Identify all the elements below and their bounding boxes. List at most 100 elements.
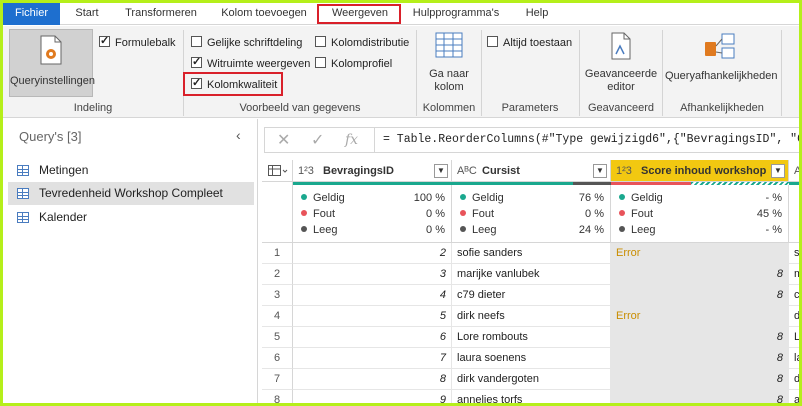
column-quality-stats: Geldig - % Fout 45 % Leeg - %: [611, 185, 789, 243]
advanced-editor-label-1: Geavanceerde: [584, 68, 658, 80]
row-number[interactable]: 1: [262, 243, 293, 264]
table-cell[interactable]: m: [789, 264, 799, 285]
table-cell[interactable]: 6: [293, 327, 452, 348]
table-cell[interactable]: laura soenens: [452, 348, 611, 369]
checkbox-box[interactable]: [315, 36, 326, 47]
row-number[interactable]: 3: [262, 285, 293, 306]
table-cell[interactable]: 3: [293, 264, 452, 285]
checkbox-box[interactable]: [191, 54, 202, 70]
go-to-column-button[interactable]: Ga naar kolom: [421, 32, 477, 98]
row-number[interactable]: 7: [262, 369, 293, 390]
table-cell[interactable]: 5: [293, 306, 452, 327]
table-cell[interactable]: 2: [293, 243, 452, 264]
tab-help[interactable]: Help: [515, 3, 559, 25]
table-cell[interactable]: dirk neefs: [452, 306, 611, 327]
table-cell[interactable]: Error: [611, 306, 789, 327]
table-cell[interactable]: 9: [293, 390, 452, 403]
column-quality-stats: [789, 185, 799, 243]
column-quality-stats: Geldig 100 % Fout 0 % Leeg 0 %: [293, 185, 452, 243]
tab-transformeren[interactable]: Transformeren: [115, 3, 207, 25]
go-to-column-label-2: kolom: [434, 81, 464, 93]
stat-value: - %: [765, 224, 783, 236]
group-label-kolommen: Kolommen: [422, 102, 476, 114]
row-number[interactable]: 4: [262, 306, 293, 327]
stat-value: 24 %: [578, 224, 604, 236]
table-cell[interactable]: di: [789, 369, 799, 390]
query-settings-button[interactable]: Queryinstellingen: [9, 29, 95, 97]
table-cell[interactable]: marijke vanlubek: [452, 264, 611, 285]
checkbox-kolomprofiel[interactable]: Kolomprofiel: [315, 56, 392, 72]
row-number[interactable]: 2: [262, 264, 293, 285]
table-cell[interactable]: 7: [293, 348, 452, 369]
stat-label: Fout: [631, 208, 654, 220]
stat-error: Fout 0 %: [460, 206, 604, 222]
table-cell[interactable]: 8: [611, 264, 789, 285]
advanced-editor-button[interactable]: Geavanceerde editor: [583, 32, 659, 98]
table-cell[interactable]: d: [789, 306, 799, 327]
confirm-icon[interactable]: ✓: [311, 130, 324, 150]
tab-fichier[interactable]: Fichier: [3, 3, 60, 25]
tab-kolom-toevoegen[interactable]: Kolom toevoegen: [211, 3, 317, 25]
cancel-icon[interactable]: ✕: [277, 130, 290, 150]
query-item-kalender[interactable]: Kalender: [8, 206, 254, 229]
table-cell[interactable]: 8: [611, 390, 789, 403]
checkbox-altijd-toestaan[interactable]: Altijd toestaan: [487, 35, 572, 51]
group-label-geavanceerd: Geavanceerd: [587, 102, 655, 114]
table-cell[interactable]: so: [789, 243, 799, 264]
checkbox-box[interactable]: [487, 36, 498, 47]
group-label-voorbeeld: Voorbeeld van gegevens: [239, 102, 361, 114]
formula-bar-check-box[interactable]: [99, 33, 110, 49]
tab-start[interactable]: Start: [63, 3, 111, 25]
checkbox-box[interactable]: [315, 57, 326, 68]
table-cell[interactable]: 8: [293, 369, 452, 390]
table-cell[interactable]: 8: [611, 369, 789, 390]
filter-dropdown-icon[interactable]: ▼: [771, 164, 785, 178]
table-cell[interactable]: dirk vandergoten: [452, 369, 611, 390]
checkbox-box[interactable]: [191, 36, 202, 47]
function-icon[interactable]: fx: [345, 132, 358, 148]
filter-dropdown-icon[interactable]: ▼: [593, 164, 607, 178]
checkbox-label: Altijd toestaan: [503, 37, 573, 49]
filter-dropdown-icon[interactable]: ▼: [434, 164, 448, 178]
table-cell[interactable]: c: [789, 285, 799, 306]
query-item-metingen[interactable]: Metingen: [8, 159, 254, 182]
table-cell[interactable]: Error: [611, 243, 789, 264]
query-dependencies-button[interactable]: Queryafhankelijkheden: [665, 32, 778, 98]
table-cell[interactable]: an: [789, 390, 799, 403]
table-icon: [17, 212, 29, 223]
row-number[interactable]: 6: [262, 348, 293, 369]
table-cell[interactable]: Lore rombouts: [452, 327, 611, 348]
table-cell[interactable]: 8: [611, 327, 789, 348]
advanced-editor-icon: [611, 32, 631, 60]
column-header-cursist[interactable]: AᴮC Cursist ▼: [452, 160, 611, 182]
checkbox-kolomdistributie[interactable]: Kolomdistributie: [315, 35, 409, 51]
table-cell[interactable]: sofie sanders: [452, 243, 611, 264]
table-cell[interactable]: 8: [611, 285, 789, 306]
column-header-bevragingsid[interactable]: 1²3 BevragingsID ▼: [293, 160, 452, 182]
table-cell[interactable]: c79 dieter: [452, 285, 611, 306]
table-menu-button[interactable]: [262, 160, 293, 182]
column-name: Cursist: [482, 165, 520, 177]
tab-hulpprogrammas[interactable]: Hulpprogramma's: [403, 3, 509, 25]
stat-value: - %: [765, 192, 783, 204]
collapse-pane-icon[interactable]: ‹: [236, 127, 241, 143]
empty-dot-icon: [619, 226, 625, 232]
checkbox-gelijke-schriftdeling[interactable]: Gelijke schriftdeling: [191, 35, 302, 51]
column-header-next[interactable]: A: [789, 160, 799, 182]
table-cell[interactable]: annelies torfs: [452, 390, 611, 403]
formula-bar-actions: ✕ ✓ fx: [264, 127, 374, 153]
column-header-score-inhoud-workshop[interactable]: 1²3 Score inhoud workshop ▼: [611, 160, 789, 182]
checkbox-witruimte-weergeven[interactable]: Witruimte weergeven: [191, 54, 310, 72]
table-cell[interactable]: Lo: [789, 327, 799, 348]
formula-bar-checkbox[interactable]: Formulebalk: [99, 33, 176, 51]
formula-input[interactable]: = Table.ReorderColumns(#"Type gewijzigd6…: [374, 127, 799, 153]
row-number[interactable]: 5: [262, 327, 293, 348]
table-cell[interactable]: 4: [293, 285, 452, 306]
ribbon: Queryinstellingen Formulebalk Indeling G…: [3, 26, 799, 118]
table-cell[interactable]: la: [789, 348, 799, 369]
table-cell[interactable]: 8: [611, 348, 789, 369]
stat-label: Fout: [472, 208, 495, 220]
stat-error: Fout 0 %: [301, 206, 445, 222]
row-number[interactable]: 8: [262, 390, 293, 403]
query-item-tevredenheid[interactable]: Tevredenheid Workshop Compleet: [8, 182, 254, 205]
